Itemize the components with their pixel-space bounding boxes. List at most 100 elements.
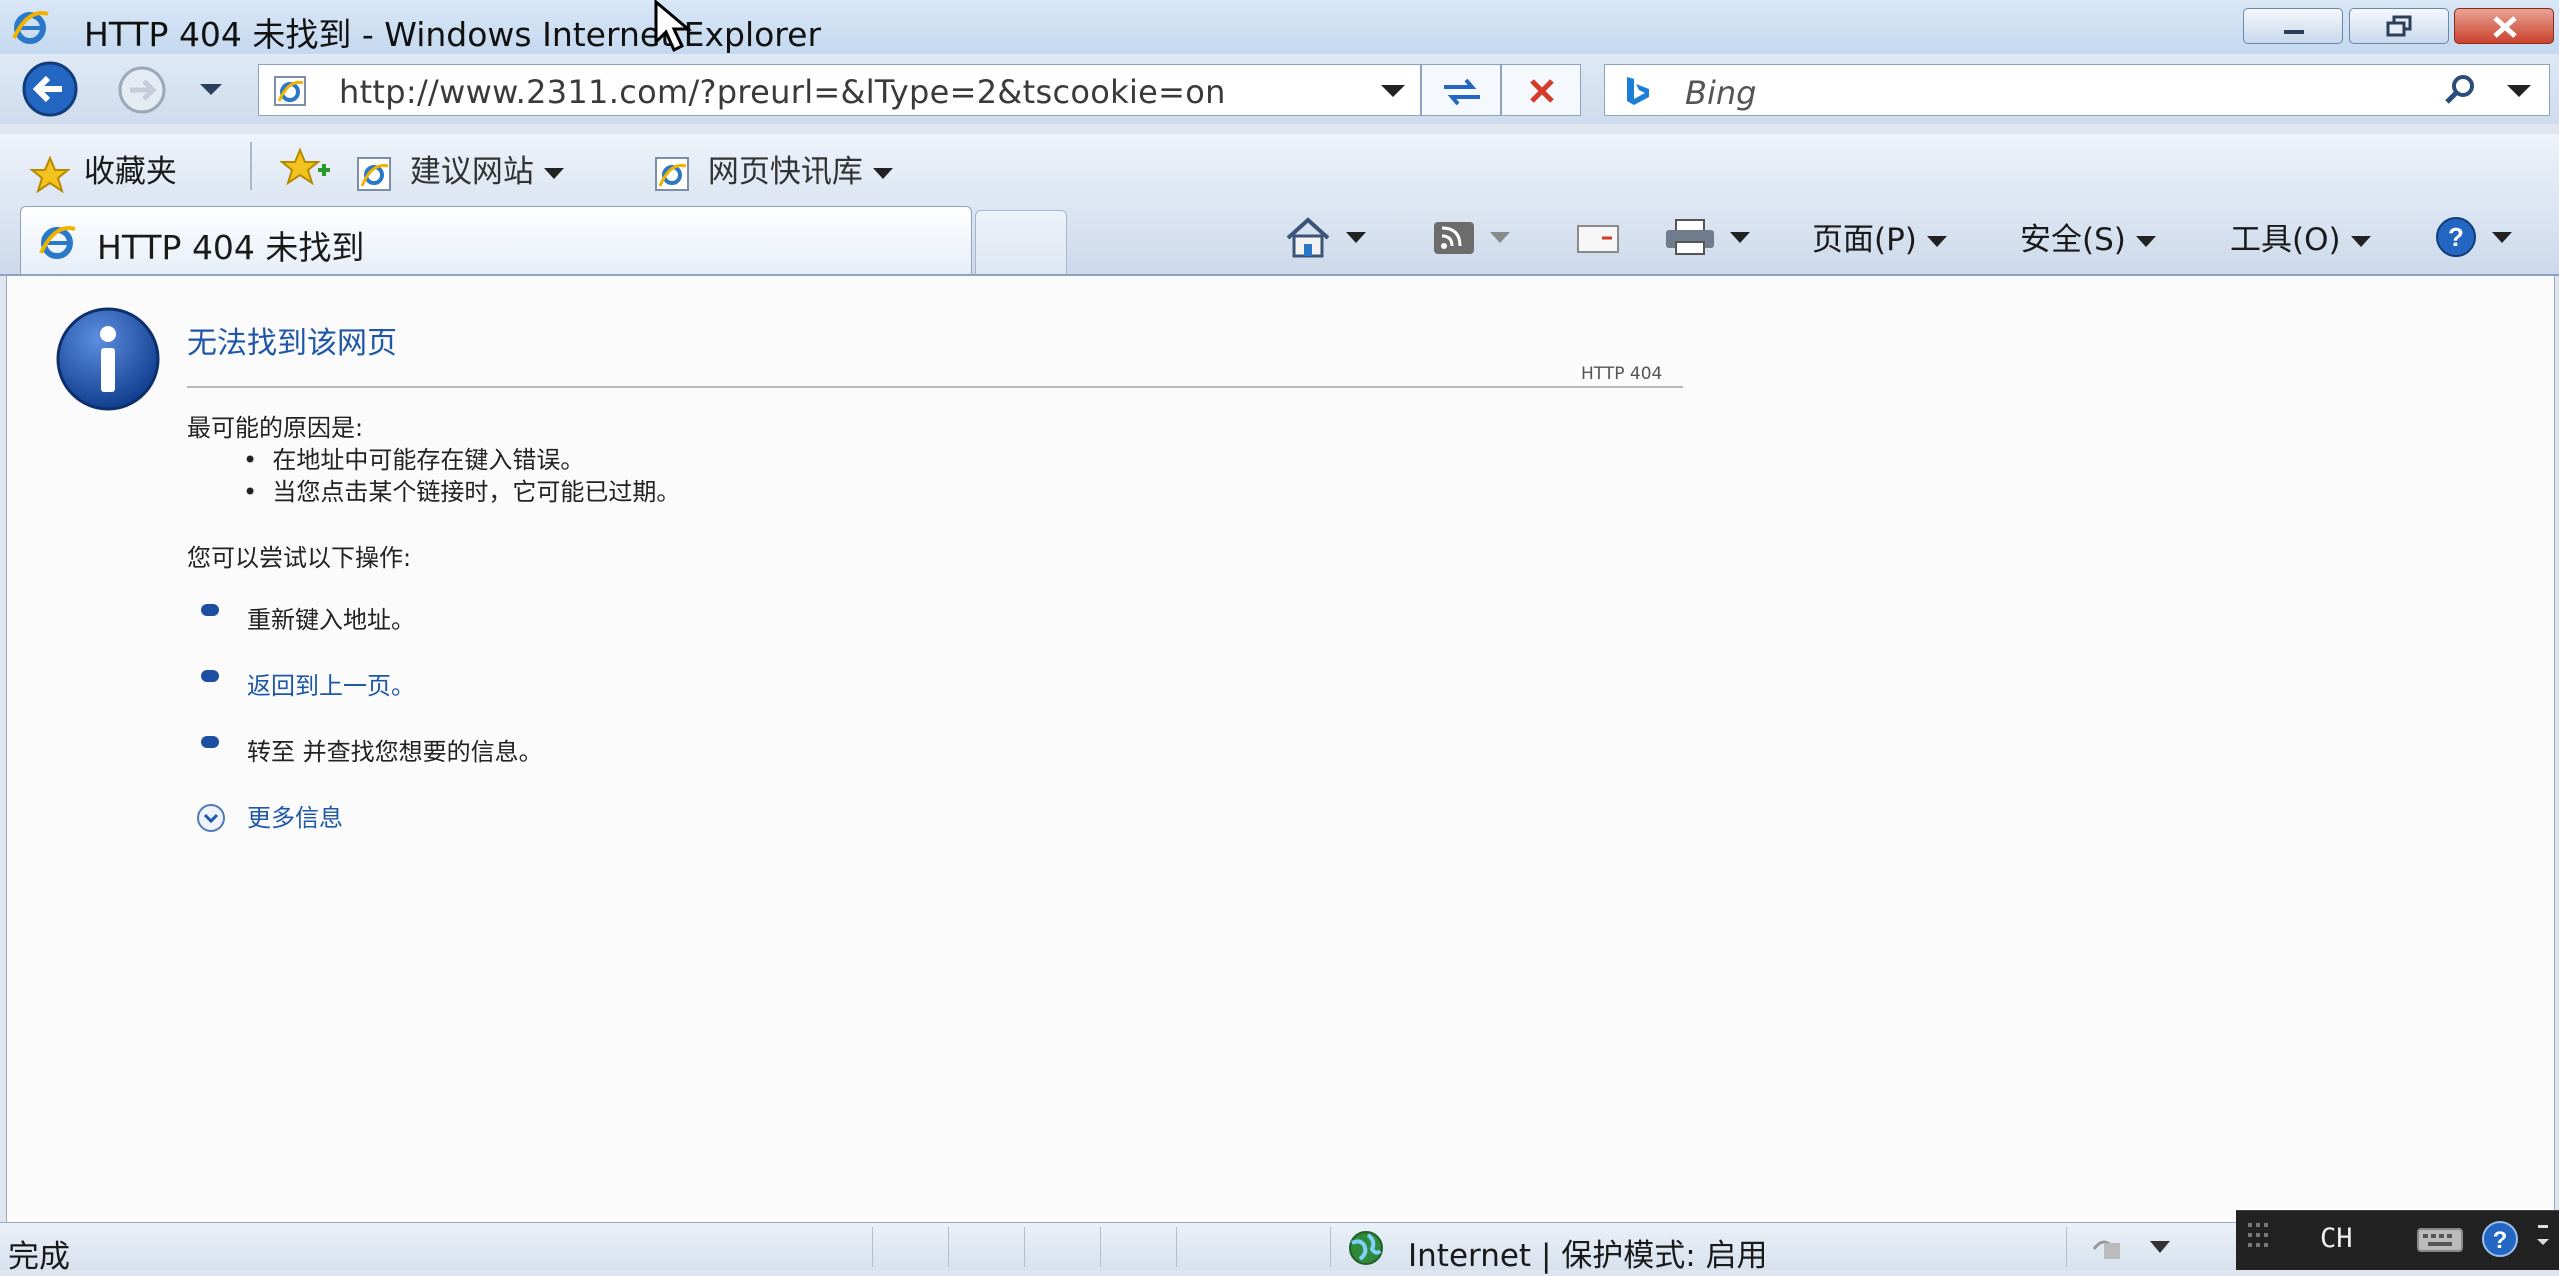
- page-menu-label: 页面(P): [1812, 222, 1917, 258]
- help-icon: ?: [2436, 217, 2476, 257]
- minimize-icon: [2284, 30, 2304, 34]
- search-placeholder: Bing: [1685, 74, 1757, 112]
- suggested-sites-link[interactable]: 建议网站: [352, 146, 564, 191]
- divider: [187, 386, 1683, 388]
- chevron-down-icon: [2135, 236, 2156, 247]
- chevron-down-icon: [1346, 231, 1366, 243]
- mouse-cursor-icon: [654, 0, 693, 53]
- favorites-button[interactable]: 收藏夹: [26, 146, 177, 193]
- chevron-down-icon: [1730, 231, 1750, 243]
- chevron-down-icon: [1490, 231, 1510, 243]
- zoom-level-icon[interactable]: [2086, 1229, 2176, 1265]
- divider: [1330, 1227, 1331, 1267]
- web-slice-gallery-label: 网页快讯库: [707, 154, 863, 190]
- star-icon: [29, 154, 71, 193]
- language-bar: CH ?: [2236, 1210, 2559, 1270]
- page-menu[interactable]: 页面(P): [1812, 214, 1947, 260]
- add-to-favorites-bar-button[interactable]: [274, 146, 334, 186]
- divider: [2066, 1227, 2067, 1267]
- tab-current[interactable]: HTTP 404 未找到: [20, 206, 972, 274]
- chevron-down-icon: [2350, 236, 2371, 247]
- mail-icon: [1577, 225, 1619, 253]
- ie-page-icon: [655, 156, 689, 191]
- help-icon[interactable]: ?: [2480, 1219, 2520, 1259]
- cause-text: 在地址中可能存在键入错误。: [272, 446, 585, 474]
- page-content: 无法找到该网页 HTTP 404 最可能的原因是: • 在地址中可能存在键入错误…: [6, 276, 2555, 1222]
- page-title: 无法找到该网页: [187, 326, 397, 361]
- more-info-link[interactable]: 更多信息: [247, 798, 343, 833]
- chevron-down-icon: [2492, 231, 2512, 243]
- security-zone-text[interactable]: Internet | 保护模式: 启用: [1408, 1230, 1768, 1275]
- divider: [1024, 1227, 1025, 1267]
- minimize-button[interactable]: [2243, 8, 2343, 44]
- suggested-sites-label: 建议网站: [409, 154, 534, 190]
- back-button[interactable]: [10, 60, 90, 118]
- home-icon: [1286, 217, 1330, 258]
- input-language-indicator[interactable]: CH: [2320, 1223, 2353, 1254]
- new-tab-button[interactable]: [975, 210, 1067, 274]
- close-icon: [2493, 16, 2517, 38]
- refresh-icon: [1444, 78, 1480, 106]
- chevron-down-icon: [1926, 236, 1947, 247]
- error-code: HTTP 404: [1581, 364, 1663, 384]
- forward-button[interactable]: [100, 64, 184, 116]
- cause-text: 当您点击某个链接时，它可能已过期。: [272, 478, 681, 506]
- web-slice-gallery-link[interactable]: 网页快讯库: [650, 146, 893, 191]
- close-button[interactable]: [2454, 8, 2554, 44]
- status-text: 完成: [8, 1239, 70, 1275]
- cause-item: • 当您点击某个链接时，它可能已过期。: [243, 478, 681, 506]
- feeds-button[interactable]: [1430, 214, 1510, 260]
- refresh-button[interactable]: [1421, 64, 1501, 116]
- bullet-icon: [201, 670, 219, 682]
- address-bar[interactable]: http://www.2311.com/?preurl=&lType=2&tsc…: [258, 64, 1421, 116]
- divider: [250, 142, 252, 190]
- divider: [1176, 1227, 1177, 1267]
- options-chevron-icon[interactable]: [2534, 1221, 2552, 1259]
- rss-feed-icon: [1434, 222, 1474, 254]
- add-favorite-icon: [279, 147, 330, 186]
- address-dropdown-icon[interactable]: [1379, 81, 1407, 101]
- search-icon[interactable]: [2441, 73, 2481, 107]
- help-button[interactable]: ?: [2430, 214, 2512, 260]
- causes-heading: 最可能的原因是:: [187, 414, 364, 442]
- expand-chevron-icon[interactable]: [195, 802, 227, 834]
- keyboard-icon[interactable]: [2416, 1225, 2464, 1255]
- internet-globe-icon: [1349, 1231, 1383, 1265]
- retype-address-text: 重新键入地址。: [247, 606, 415, 634]
- go-to-site-text: 转至 并查找您想要的信息。: [247, 738, 543, 766]
- search-options-dropdown-icon[interactable]: [2505, 81, 2533, 101]
- safety-menu-label: 安全(S): [2020, 222, 2126, 258]
- bullet-icon: [201, 736, 219, 748]
- stop-button[interactable]: [1501, 64, 1581, 116]
- favorites-label: 收藏夹: [83, 154, 177, 190]
- safety-menu[interactable]: 安全(S): [2020, 214, 2156, 260]
- chevron-down-icon: [872, 168, 893, 179]
- go-back-link[interactable]: 返回到上一页。: [247, 666, 415, 701]
- divider: [1100, 1227, 1101, 1267]
- try-heading: 您可以尝试以下操作:: [187, 544, 412, 572]
- divider: [872, 1227, 873, 1267]
- info-icon: [56, 307, 160, 411]
- ie-logo-icon: [12, 11, 49, 44]
- navigation-bar: http://www.2311.com/?preurl=&lType=2&tsc…: [0, 54, 2559, 124]
- tools-menu[interactable]: 工具(O): [2230, 214, 2371, 260]
- bing-icon: [1627, 77, 1649, 105]
- ie-page-icon: [357, 156, 391, 191]
- restore-button[interactable]: [2349, 8, 2449, 44]
- search-box[interactable]: Bing: [1604, 64, 2550, 116]
- svg-text:?: ?: [2448, 222, 2464, 252]
- ie-logo-icon: [39, 226, 76, 259]
- grip-handle-icon[interactable]: [2246, 1221, 2280, 1257]
- title-bar: HTTP 404 未找到 - Windows Internet Explorer: [0, 0, 2559, 55]
- tools-menu-label: 工具(O): [2230, 222, 2341, 258]
- home-button[interactable]: [1280, 214, 1366, 260]
- bullet-icon: [201, 604, 219, 616]
- restore-icon: [2386, 15, 2412, 37]
- print-button[interactable]: [1660, 214, 1750, 260]
- address-text[interactable]: http://www.2311.com/?preurl=&lType=2&tsc…: [339, 73, 1226, 111]
- recent-pages-dropdown[interactable]: [196, 80, 226, 100]
- chevron-down-icon: [543, 168, 564, 179]
- printer-icon: [1666, 219, 1714, 255]
- read-mail-button[interactable]: [1574, 214, 1624, 260]
- divider: [948, 1227, 949, 1267]
